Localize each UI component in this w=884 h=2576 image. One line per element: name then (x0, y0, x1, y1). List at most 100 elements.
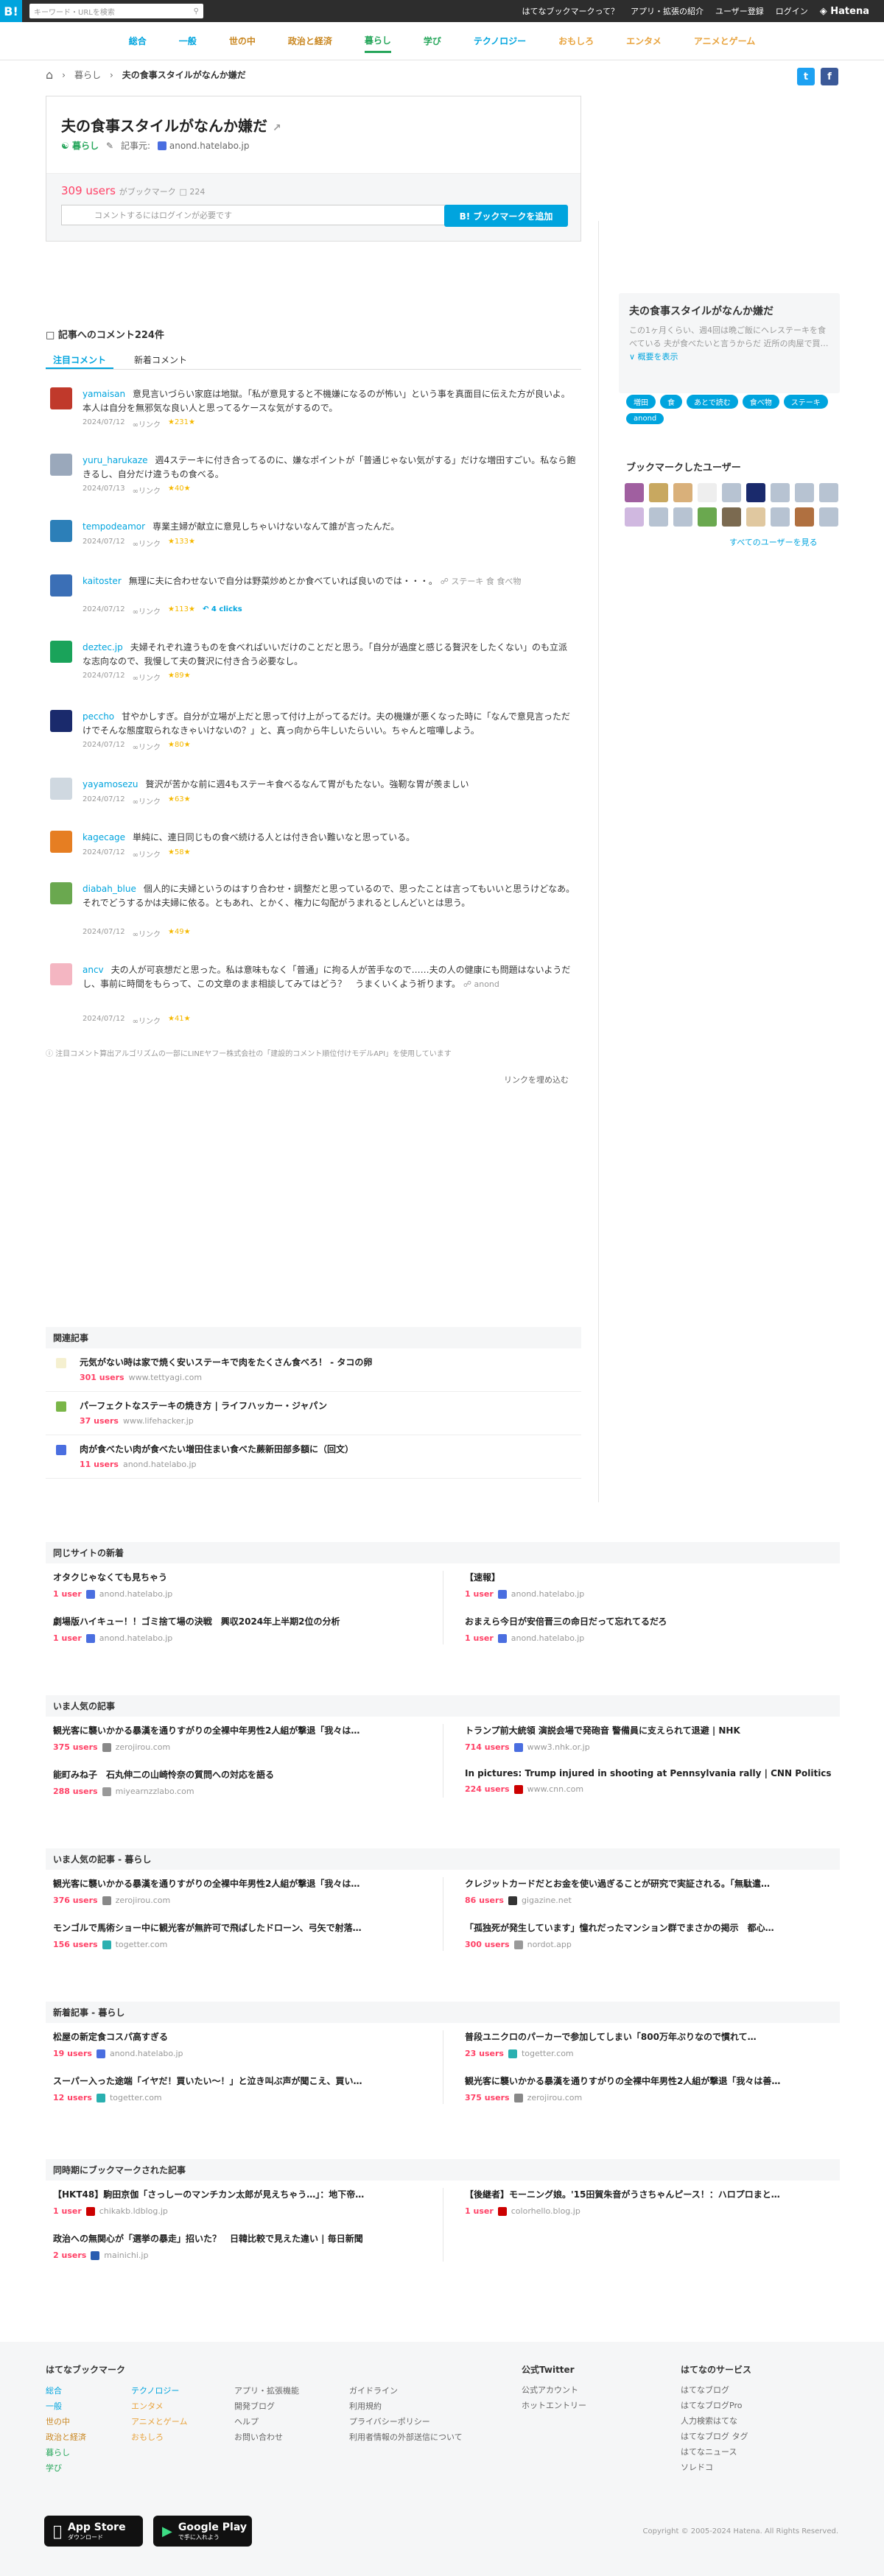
entry-item-domain[interactable]: colorhello.blog.jp (511, 2206, 580, 2216)
entry-item[interactable]: 「孤独死が発生しています」憧れだったマンション群でまさかの掲示 都心… 300 u… (457, 1914, 840, 1958)
tag-item[interactable]: anond (626, 413, 664, 424)
comment-permalink[interactable]: ∞リンク (133, 538, 161, 549)
avatar[interactable] (50, 831, 72, 853)
entry-item-domain[interactable]: anond.hatelabo.jp (511, 1589, 585, 1599)
star-count[interactable]: ★63★ (168, 795, 191, 806)
entry-item-users[interactable]: 1 user (53, 2206, 82, 2216)
comment-permalink[interactable]: ∞リンク (133, 418, 161, 429)
entry-domain[interactable]: anond.hatelabo.jp (158, 141, 249, 151)
user-avatar[interactable] (746, 483, 765, 502)
tag-item[interactable]: ステーキ (783, 395, 828, 409)
footer-link[interactable]: 政治と経済 (46, 2429, 86, 2445)
entry-item-domain[interactable]: anond.hatelabo.jp (99, 1589, 173, 1599)
clicks-count[interactable]: ↶ 4 clicks (203, 605, 242, 616)
all-users-link[interactable]: すべてのユーザーを見る (729, 536, 818, 548)
footer-link[interactable]: ホットエントリー (522, 2398, 586, 2413)
user-avatar[interactable] (722, 507, 741, 527)
footer-link[interactable]: はてなブログPro (681, 2398, 751, 2413)
entry-item-users[interactable]: 300 users (465, 1940, 510, 1949)
comment-user[interactable]: kagecage (83, 832, 125, 842)
comment-date[interactable]: 2024/07/12 (83, 418, 125, 429)
nav-category-knowledge[interactable]: 学び (424, 30, 441, 52)
user-avatar[interactable] (771, 483, 790, 502)
comment-date[interactable]: 2024/07/13 (83, 485, 125, 496)
app-store-button[interactable]:  App Storeダウンロード (44, 2516, 143, 2547)
entry-item-title[interactable]: 【後継者】モーニング娘。'15田賀朱音がうさちゃんピース！：ハロプロまと… (465, 2188, 832, 2200)
nav-category-fun[interactable]: おもしろ (558, 30, 594, 52)
comment-user[interactable]: tempodeamor (83, 521, 145, 532)
star-count[interactable]: ★40★ (168, 485, 191, 496)
user-avatar[interactable] (819, 507, 838, 527)
entry-item-users[interactable]: 375 users (53, 1742, 98, 1752)
top-link-login[interactable]: ログイン (776, 5, 808, 17)
user-avatar[interactable] (625, 507, 644, 527)
entry-item-title[interactable]: 観光客に襲いかかる暴漢を通りすがりの全裸中年男性2人組が撃退「我々は善… (465, 2074, 832, 2087)
footer-link[interactable]: エンタメ (131, 2399, 187, 2414)
footer-link[interactable]: 公式アカウント (522, 2382, 586, 2398)
entry-item-users[interactable]: 1 user (465, 1633, 494, 1643)
comment-user[interactable]: yuru_harukaze (83, 455, 148, 465)
comment-permalink[interactable]: ∞リンク (133, 848, 161, 859)
entry-title[interactable]: 夫の食事スタイルがなんか嫌だ ↗ (61, 114, 281, 136)
footer-link[interactable]: はてなブログ タグ (681, 2429, 751, 2444)
entry-item-title[interactable]: モンゴルで馬術ショー中に観光客が無許可で飛ばしたドローン、弓矢で射落… (53, 1921, 421, 1934)
nav-category-entertainment[interactable]: エンタメ (626, 30, 662, 52)
comment-user[interactable]: yayamosezu (83, 779, 138, 789)
summary-more-link[interactable]: ∨ 概要を表示 (629, 352, 678, 362)
entry-users[interactable]: 309 users がブックマーク □ 224 (61, 184, 205, 197)
entry-item-domain[interactable]: mainichi.jp (104, 2251, 148, 2260)
footer-link[interactable]: 世の中 (46, 2414, 86, 2429)
user-avatar[interactable] (673, 483, 692, 502)
entry-item[interactable]: 【速報】 1 user anond.hatelabo.jp (457, 1563, 840, 1608)
add-bookmark-button[interactable]: B! ブックマークを追加 (444, 205, 568, 227)
footer-link[interactable]: 利用者情報の外部送信について (349, 2429, 463, 2445)
entry-item[interactable]: トランプ前大統領 演説会場で発砲音 警備員に支えられて退避 | NHK 714 u… (457, 1717, 840, 1761)
footer-link[interactable]: 人力検索はてな (681, 2413, 751, 2429)
entry-item-title[interactable]: 普段ユニクロのパーカーで参加してしまい「800万年ぶりなので慣れて… (465, 2030, 832, 2043)
entry-item-title[interactable]: トランプ前大統領 演説会場で発砲音 警備員に支えられて退避 | NHK (465, 1724, 832, 1736)
embed-link[interactable]: リンクを埋め込む (504, 1074, 569, 1085)
comment-permalink[interactable]: ∞リンク (133, 741, 161, 752)
nav-category-economics[interactable]: 政治と経済 (288, 30, 332, 52)
entry-item-domain[interactable]: zerojirou.com (116, 1742, 171, 1752)
related-item[interactable]: 肉が食べたい肉が食べたい増田住まい食べた蕨新田部多額に（回文） 11 users a… (46, 1435, 581, 1479)
footer-link[interactable]: アニメとゲーム (131, 2414, 187, 2429)
entry-item[interactable]: 観光客に襲いかかる暴漢を通りすがりの全裸中年男性2人組が撃退「我々は善… 375 … (457, 2067, 840, 2111)
entry-item-domain[interactable]: nordot.app (527, 1940, 572, 1949)
star-count[interactable]: ★89★ (168, 672, 191, 683)
entry-item-domain[interactable]: gigazine.net (522, 1896, 572, 1905)
avatar[interactable] (50, 387, 72, 409)
tag-item[interactable]: あとで読む (687, 395, 738, 409)
comment-date[interactable]: 2024/07/12 (83, 538, 125, 549)
entry-item[interactable]: 劇場版ハイキュー！！ゴミ捨て場の決戦 興収2024年上半期2位の分析 1 user… (46, 1608, 428, 1652)
user-avatar[interactable] (722, 483, 741, 502)
related-domain[interactable]: anond.hatelabo.jp (123, 1460, 197, 1469)
nav-category-all[interactable]: 総合 (129, 30, 147, 52)
entry-item-domain[interactable]: togetter.com (116, 1940, 168, 1949)
entry-item-title[interactable]: In pictures: Trump injured in shooting a… (465, 1768, 832, 1778)
avatar[interactable] (50, 778, 72, 800)
user-avatar[interactable] (698, 483, 717, 502)
avatar[interactable] (50, 641, 72, 663)
entry-item[interactable]: クレジットカードだとお金を使い過ぎることが研究で実証される。「無駄遣… 86 us… (457, 1870, 840, 1914)
footer-link[interactable]: ソレドコ (681, 2460, 751, 2475)
footer-link[interactable]: プライバシーポリシー (349, 2414, 463, 2429)
entry-item-title[interactable]: 観光客に襲いかかる暴漢を通りすがりの全裸中年男性2人組が撃退「我々は… (53, 1724, 421, 1736)
entry-item-users[interactable]: 2 users (53, 2251, 86, 2260)
footer-link[interactable]: 開発ブログ (234, 2399, 299, 2414)
comment-user[interactable]: yamaisan (83, 389, 125, 399)
footer-link[interactable]: アプリ・拡張機能 (234, 2383, 299, 2399)
avatar[interactable] (50, 963, 72, 985)
entry-item-title[interactable]: クレジットカードだとお金を使い過ぎることが研究で実証される。「無駄遣… (465, 1877, 832, 1890)
entry-category[interactable]: ☯ 暮らし (61, 139, 99, 152)
entry-item[interactable]: モンゴルで馬術ショー中に観光客が無許可で飛ばしたドローン、弓矢で射落… 156 u… (46, 1914, 428, 1958)
related-item[interactable]: 元気がない時は家で焼く安いステーキで肉をたくさん食べろ！ - タコの卵 301 u… (46, 1348, 581, 1392)
footer-link[interactable]: テクノロジー (131, 2383, 187, 2399)
footer-link[interactable]: 暮らし (46, 2445, 86, 2460)
entry-item-domain[interactable]: anond.hatelabo.jp (511, 1633, 585, 1643)
entry-item-users[interactable]: 86 users (465, 1896, 504, 1905)
entry-item-users[interactable]: 12 users (53, 2093, 92, 2102)
comment-user[interactable]: kaitoster (83, 576, 122, 586)
related-item[interactable]: パーフェクトなステーキの焼き方 | ライフハッカー・ジャパン 37 users ww… (46, 1392, 581, 1435)
comment-permalink[interactable]: ∞リンク (133, 672, 161, 683)
